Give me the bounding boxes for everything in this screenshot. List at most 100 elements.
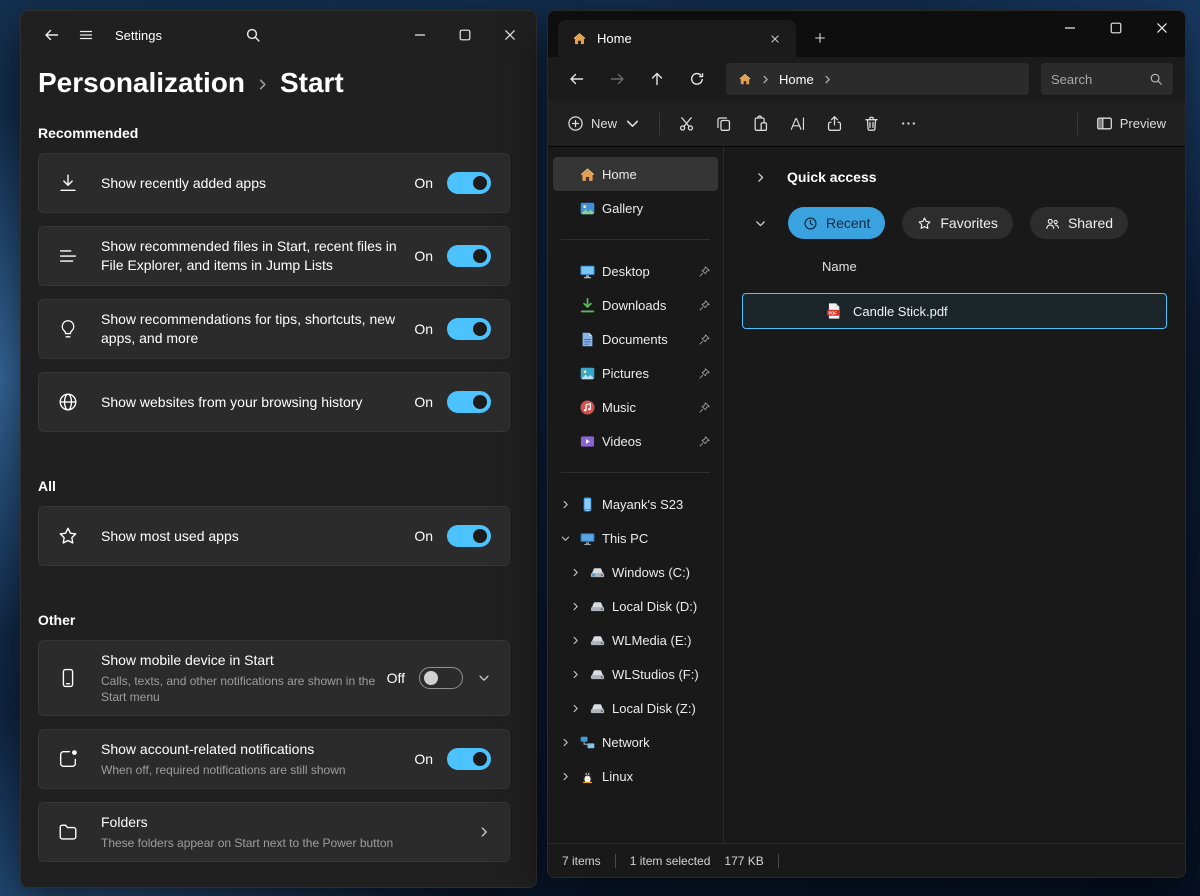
- minimize-button[interactable]: [397, 18, 442, 52]
- chevron-down-icon[interactable]: [754, 217, 767, 230]
- chevron-down-icon: [624, 115, 641, 132]
- minimize-button[interactable]: [1047, 11, 1093, 44]
- sidebar-item-drive-f[interactable]: WLStudios (F:): [553, 657, 718, 691]
- chevron-right-icon[interactable]: [557, 737, 573, 748]
- nav-forward-button[interactable]: [600, 63, 634, 95]
- chevron-right-icon[interactable]: [567, 601, 583, 612]
- more-options-button[interactable]: [891, 107, 926, 141]
- setting-sublabel: When off, required notifications are sti…: [101, 762, 404, 778]
- phone-icon: [579, 496, 596, 513]
- chevron-right-icon[interactable]: [567, 703, 583, 714]
- sidebar-item-music[interactable]: Music: [553, 390, 718, 424]
- share-icon: [826, 115, 843, 132]
- toggle-switch[interactable]: [447, 318, 491, 340]
- linux-penguin-icon: [579, 768, 596, 785]
- sidebar-item-drive-e[interactable]: WLMedia (E:): [553, 623, 718, 657]
- new-button-label: New: [591, 116, 617, 131]
- paste-icon: [752, 115, 769, 132]
- maximize-button[interactable]: [442, 18, 487, 52]
- toggle-switch[interactable]: [419, 667, 463, 689]
- delete-button[interactable]: [854, 107, 889, 141]
- sidebar-item-downloads[interactable]: Downloads: [553, 288, 718, 322]
- address-location[interactable]: Home: [779, 72, 814, 87]
- close-button[interactable]: [487, 18, 532, 52]
- selection-count: 1 item selected: [630, 854, 711, 868]
- maximize-button[interactable]: [1093, 11, 1139, 44]
- music-icon: [579, 399, 596, 416]
- items-count: 7 items: [562, 854, 601, 868]
- toggle-switch[interactable]: [447, 391, 491, 413]
- chevron-right-icon[interactable]: [567, 567, 583, 578]
- chevron-down-icon[interactable]: [557, 533, 573, 544]
- toggle-switch[interactable]: [447, 525, 491, 547]
- sidebar-item-drive-z[interactable]: Local Disk (Z:): [553, 691, 718, 725]
- tab-home[interactable]: Home: [558, 20, 796, 57]
- setting-sublabel: These folders appear on Start next to th…: [101, 835, 453, 851]
- copy-button[interactable]: [706, 107, 741, 141]
- new-tab-button[interactable]: [804, 23, 836, 53]
- sidebar-divider: [561, 472, 710, 473]
- section-title-other: Other: [38, 612, 510, 628]
- chevron-right-icon[interactable]: [557, 499, 573, 510]
- cut-button[interactable]: [669, 107, 704, 141]
- recent-files-icon: [57, 245, 79, 267]
- chevron-right-icon[interactable]: [754, 171, 767, 184]
- filter-shared[interactable]: Shared: [1030, 207, 1128, 239]
- sidebar-item-drive-c[interactable]: Windows (C:): [553, 555, 718, 589]
- share-button[interactable]: [817, 107, 852, 141]
- nav-menu-button[interactable]: [69, 19, 103, 51]
- rename-button[interactable]: [780, 107, 815, 141]
- tab-close-icon[interactable]: [762, 26, 788, 52]
- sidebar-item-home[interactable]: Home: [553, 157, 718, 191]
- address-bar[interactable]: Home: [726, 63, 1029, 95]
- status-divider: [778, 854, 779, 868]
- sidebar-item-pictures[interactable]: Pictures: [553, 356, 718, 390]
- back-button[interactable]: [35, 19, 69, 51]
- toggle-state-label: Off: [387, 670, 405, 686]
- toggle-switch[interactable]: [447, 245, 491, 267]
- sidebar-item-drive-d[interactable]: Local Disk (D:): [553, 589, 718, 623]
- file-item-selected[interactable]: PDF Candle Stick.pdf: [742, 293, 1167, 329]
- setting-card-mobile-device[interactable]: Show mobile device in Start Calls, texts…: [38, 640, 510, 716]
- downloads-icon: [579, 297, 596, 314]
- setting-card-folders[interactable]: Folders These folders appear on Start ne…: [38, 802, 510, 862]
- preview-toggle-button[interactable]: Preview: [1087, 107, 1175, 141]
- toggle-switch[interactable]: [447, 748, 491, 770]
- settings-search-button[interactable]: [236, 19, 270, 51]
- close-button[interactable]: [1139, 11, 1185, 44]
- nav-up-button[interactable]: [640, 63, 674, 95]
- paste-button[interactable]: [743, 107, 778, 141]
- hamburger-icon: [78, 27, 94, 43]
- account-notification-icon: [57, 748, 79, 770]
- sidebar-item-documents[interactable]: Documents: [553, 322, 718, 356]
- videos-icon: [579, 433, 596, 450]
- sidebar-item-desktop[interactable]: Desktop: [553, 254, 718, 288]
- pdf-icon: PDF: [825, 302, 843, 320]
- filter-recent[interactable]: Recent: [788, 207, 885, 239]
- chevron-down-icon[interactable]: [477, 671, 491, 685]
- sidebar-item-videos[interactable]: Videos: [553, 424, 718, 458]
- pin-icon: [698, 367, 712, 380]
- column-header-name[interactable]: Name: [822, 259, 1167, 274]
- new-button[interactable]: New: [558, 107, 650, 141]
- filter-row: Recent Favorites Shared: [754, 205, 1167, 241]
- chevron-right-icon[interactable]: [567, 669, 583, 680]
- documents-icon: [579, 331, 596, 348]
- sidebar-item-network[interactable]: Network: [553, 725, 718, 759]
- chevron-right-icon[interactable]: [557, 771, 573, 782]
- sidebar-item-linux[interactable]: Linux: [553, 759, 718, 793]
- sidebar-item-this-pc[interactable]: This PC: [553, 521, 718, 555]
- sidebar-item-phone[interactable]: Mayank's S23: [553, 487, 718, 521]
- nav-back-button[interactable]: [560, 63, 594, 95]
- toggle-switch[interactable]: [447, 172, 491, 194]
- filter-favorites[interactable]: Favorites: [902, 207, 1013, 239]
- refresh-button[interactable]: [680, 63, 714, 95]
- trash-icon: [863, 115, 880, 132]
- search-box[interactable]: Search: [1041, 63, 1173, 95]
- toggle-state-label: On: [414, 528, 433, 544]
- chevron-right-icon: [477, 825, 491, 839]
- chevron-right-icon[interactable]: [567, 635, 583, 646]
- setting-label: Show mobile device in Start: [101, 651, 377, 670]
- sidebar-item-gallery[interactable]: Gallery: [553, 191, 718, 225]
- breadcrumb-parent[interactable]: Personalization: [38, 67, 245, 99]
